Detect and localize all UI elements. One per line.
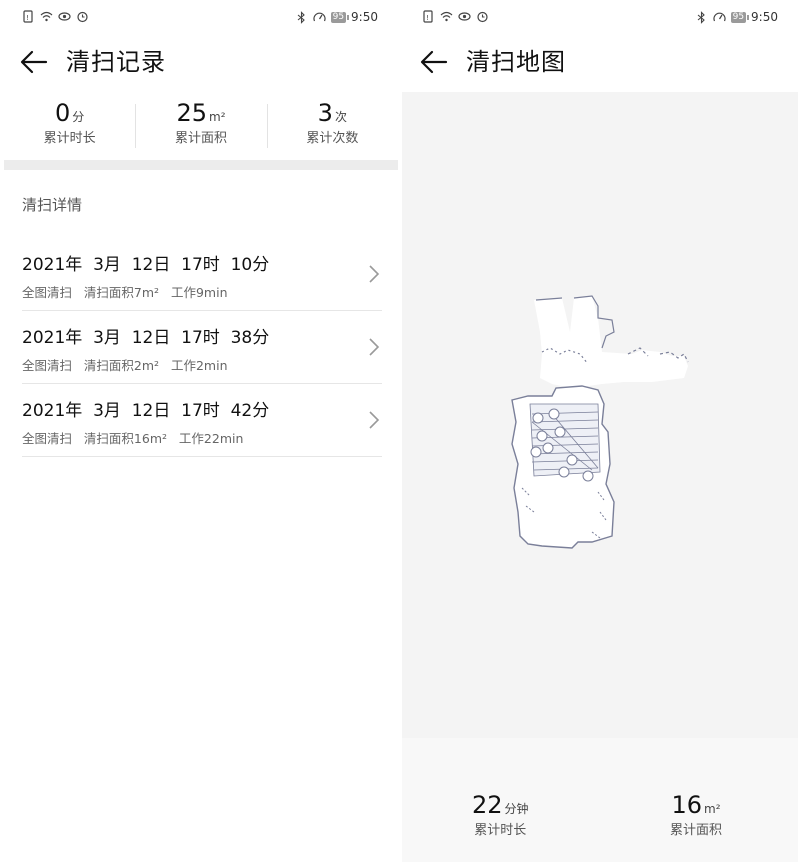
record-list: 2021年 3月 12日 17时 10分 全图清扫 清扫面积7m² 工作9min… [22,238,382,457]
header: 清扫记录 [0,38,400,86]
record-detail: 全图清扫 清扫面积16m² 工作22min [22,431,244,446]
record-date: 2021年 3月 12日 17时 38分 [22,328,270,348]
stat-label: 累计时长 [474,823,527,838]
battery-level: 95 [330,11,350,23]
page-title: 清扫记录 [66,48,166,76]
cleaning-map-screen: ! 95 9:50 清扫地图 22 分钟 累计时长 16 m² 累计面积 [400,0,800,862]
stat-total-time: 0分 累计时长 [4,98,135,160]
speed-icon [313,12,326,21]
page-title: 清扫地图 [466,48,566,76]
stat-label: 累计面积 [174,131,227,146]
map-upper-area [534,295,689,388]
section-title: 清扫详情 [22,196,83,214]
cleaning-map[interactable] [402,92,798,738]
stat-label: 累计时长 [43,131,96,146]
alarm-icon [477,11,488,23]
back-arrow-icon[interactable] [418,46,450,78]
map-cleaned-room [511,385,615,549]
sim-icon: ! [23,10,33,23]
wifi-icon [440,11,453,22]
stat-value: 25 [176,99,208,127]
map-stat-area: 16 m² 累计面积 [670,790,722,840]
stat-unit: 分 [72,110,85,124]
status-time: 9:50 [751,10,778,24]
summary-stats: 0分 累计时长 25 m² 累计面积 3次 累计次数 [4,98,398,160]
bluetooth-icon [297,10,305,24]
stat-unit: 次 [334,110,347,124]
status-bar: ! 95 9:50 [400,0,800,36]
stat-value: 16 [671,791,703,819]
record-item[interactable]: 2021年 3月 12日 17时 38分 全图清扫 清扫面积2m² 工作2min [22,311,382,384]
wifi-icon [40,11,53,22]
eye-icon [458,12,471,21]
status-bar: ! 95 9:50 [0,0,400,36]
stat-unit: m² [704,802,721,816]
chevron-right-icon [369,265,380,283]
stat-total-count: 3次 累计次数 [266,98,398,160]
section-divider [4,160,398,170]
back-arrow-icon[interactable] [18,46,50,78]
map-summary-stats: 22 分钟 累计时长 16 m² 累计面积 [402,738,798,862]
cleaning-records-screen: ! 95 9:50 清扫记录 0分 累计时长 25 m² 累计面积 3 次 累计… [0,0,400,862]
stat-value: 22 [472,791,503,819]
record-detail: 全图清扫 清扫面积7m² 工作9min [22,285,228,300]
speed-icon [713,12,726,21]
record-item[interactable]: 2021年 3月 12日 17时 10分 全图清扫 清扫面积7m² 工作9min [22,238,382,311]
stat-value: 3 [317,99,333,127]
chevron-right-icon [369,338,380,356]
stat-label: 累计面积 [670,823,723,838]
stat-value: 0 [55,99,71,127]
bluetooth-icon [697,10,705,24]
svg-text:!: ! [26,14,29,22]
record-date: 2021年 3月 12日 17时 10分 [22,255,270,275]
record-item[interactable]: 2021年 3月 12日 17时 42分 全图清扫 清扫面积16m² 工作22m… [22,384,382,457]
stat-total-area: 25 m² 累计面积 [135,98,266,160]
eye-icon [58,12,71,21]
stat-label: 累计次数 [306,131,359,146]
stat-unit: m² [209,110,226,124]
sim-icon: ! [423,10,433,23]
map-stat-time: 22 分钟 累计时长 [472,790,529,840]
record-date: 2021年 3月 12日 17时 42分 [22,401,270,421]
header: 清扫地图 [400,38,800,86]
map-canvas [511,295,689,549]
svg-text:!: ! [426,14,429,22]
stat-unit: 分钟 [504,802,529,816]
status-time: 9:50 [351,10,378,24]
chevron-right-icon [369,411,380,429]
alarm-icon [77,11,88,23]
record-detail: 全图清扫 清扫面积2m² 工作2min [22,358,228,373]
battery-level: 95 [730,11,750,23]
